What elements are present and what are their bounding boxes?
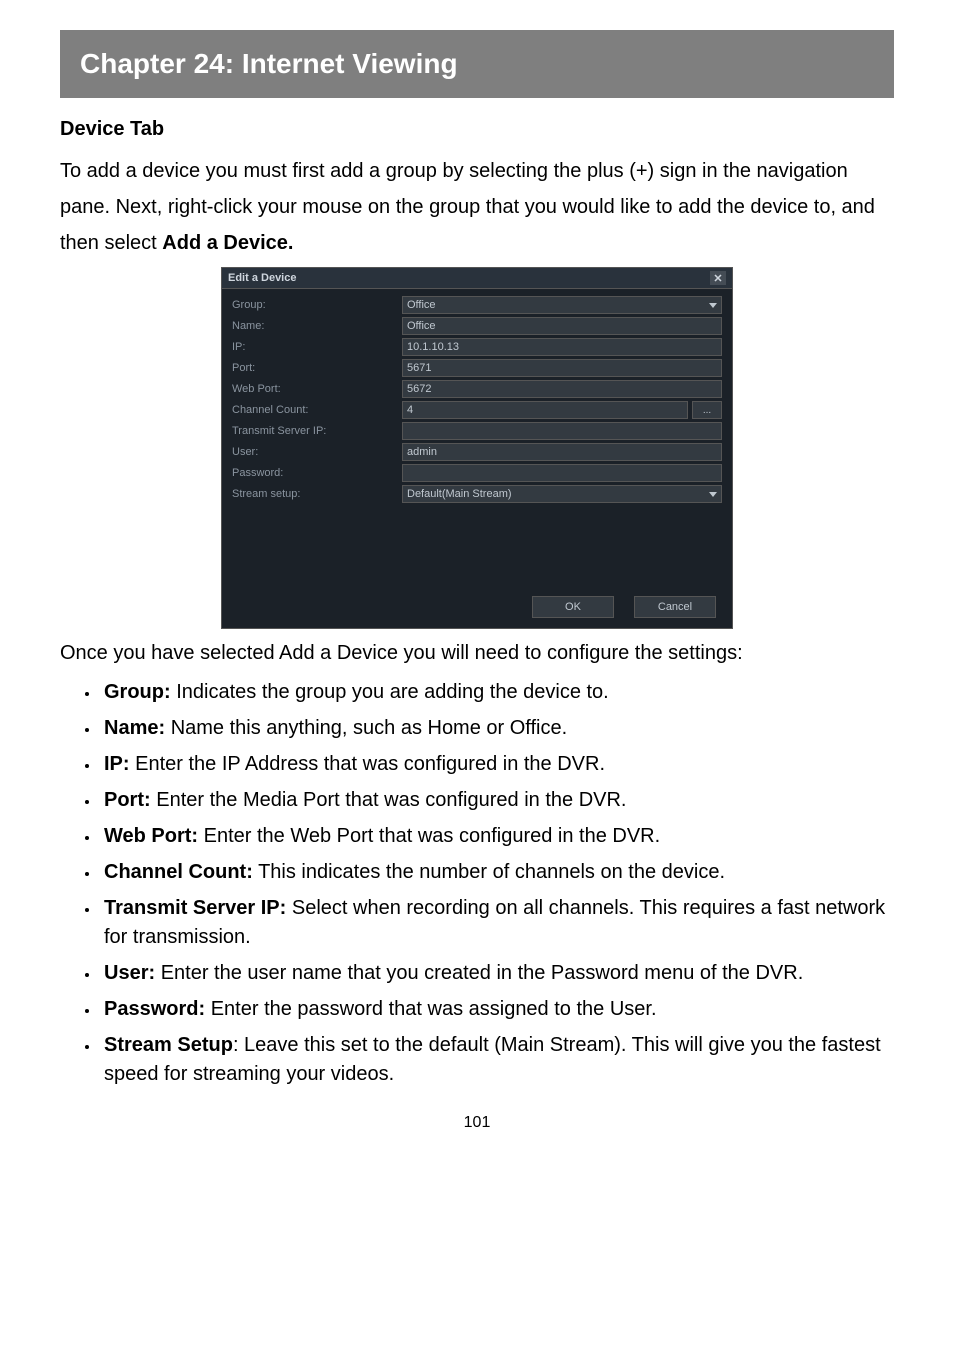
row-port: Port: 5671 xyxy=(232,359,722,377)
list-item-rest: Enter the Web Port that was configured i… xyxy=(198,825,660,847)
close-icon[interactable]: ✕ xyxy=(710,271,726,285)
list-item-lead: Web Port: xyxy=(104,825,198,847)
ip-input[interactable]: 10.1.10.13 xyxy=(402,338,722,356)
list-item: Group: Indicates the group you are addin… xyxy=(100,678,894,707)
row-ip: IP: 10.1.10.13 xyxy=(232,338,722,356)
list-item-rest: Name this anything, such as Home or Offi… xyxy=(165,717,567,739)
intro-paragraph: To add a device you must first add a gro… xyxy=(60,153,894,261)
password-input[interactable] xyxy=(402,464,722,482)
label-stream: Stream setup: xyxy=(232,488,402,500)
ok-button[interactable]: OK xyxy=(532,596,614,618)
channel-count-input[interactable]: 4 xyxy=(402,401,688,419)
stream-value: Default(Main Stream) xyxy=(407,486,512,502)
group-value: Office xyxy=(407,297,436,313)
list-item-lead: Transmit Server IP: xyxy=(104,897,286,919)
chevron-down-icon xyxy=(709,303,717,308)
list-item: IP: Enter the IP Address that was config… xyxy=(100,750,894,779)
list-item: Name: Name this anything, such as Home o… xyxy=(100,714,894,743)
list-item: Stream Setup: Leave this set to the defa… xyxy=(100,1031,894,1089)
list-item-rest: Enter the Media Port that was configured… xyxy=(151,789,627,811)
label-transmit: Transmit Server IP: xyxy=(232,425,402,437)
stream-dropdown[interactable]: Default(Main Stream) xyxy=(402,485,722,503)
list-item-rest: Enter the user name that you created in … xyxy=(155,962,803,984)
list-item-lead: Port: xyxy=(104,789,151,811)
label-ip: IP: xyxy=(232,341,402,353)
dialog-screenshot: Edit a Device ✕ Group: Office Name: Offi… xyxy=(60,267,894,629)
row-group: Group: Office xyxy=(232,296,722,314)
label-password: Password: xyxy=(232,467,402,479)
page-number: 101 xyxy=(60,1114,894,1132)
port-input[interactable]: 5671 xyxy=(402,359,722,377)
group-dropdown[interactable]: Office xyxy=(402,296,722,314)
label-group: Group: xyxy=(232,299,402,311)
row-channel-count: Channel Count: 4 ... xyxy=(232,401,722,419)
name-input[interactable]: Office xyxy=(402,317,722,335)
row-user: User: admin xyxy=(232,443,722,461)
dialog-titlebar: Edit a Device ✕ xyxy=(222,268,732,289)
list-item-lead: Group: xyxy=(104,681,171,703)
edit-device-dialog: Edit a Device ✕ Group: Office Name: Offi… xyxy=(221,267,733,629)
list-item-lead: IP: xyxy=(104,753,130,775)
settings-list: Group: Indicates the group you are addin… xyxy=(100,678,894,1089)
list-item: Password: Enter the password that was as… xyxy=(100,995,894,1024)
dialog-title-text: Edit a Device xyxy=(228,272,296,284)
list-item: Transmit Server IP: Select when recordin… xyxy=(100,894,894,952)
channel-more-button[interactable]: ... xyxy=(692,401,722,419)
chevron-down-icon xyxy=(709,492,717,497)
dialog-body: Group: Office Name: Office IP: 10.1.10.1… xyxy=(222,289,732,628)
label-channel-count: Channel Count: xyxy=(232,404,402,416)
label-web-port: Web Port: xyxy=(232,383,402,395)
list-item-rest: Enter the password that was assigned to … xyxy=(205,998,656,1020)
list-item-rest: Indicates the group you are adding the d… xyxy=(171,681,609,703)
intro-bold: Add a Device. xyxy=(162,232,293,254)
dialog-button-row: OK Cancel xyxy=(232,596,722,618)
label-name: Name: xyxy=(232,320,402,332)
list-item: Channel Count: This indicates the number… xyxy=(100,858,894,887)
label-user: User: xyxy=(232,446,402,458)
chapter-title: Chapter 24: Internet Viewing xyxy=(80,48,458,79)
list-item: Port: Enter the Media Port that was conf… xyxy=(100,786,894,815)
row-name: Name: Office xyxy=(232,317,722,335)
dialog-spacer xyxy=(232,506,722,596)
chapter-title-bar: Chapter 24: Internet Viewing xyxy=(60,30,894,98)
list-item-lead: Name: xyxy=(104,717,165,739)
list-item-lead: Password: xyxy=(104,998,205,1020)
list-item: Web Port: Enter the Web Port that was co… xyxy=(100,822,894,851)
web-port-input[interactable]: 5672 xyxy=(402,380,722,398)
list-item: User: Enter the user name that you creat… xyxy=(100,959,894,988)
list-item-lead: User: xyxy=(104,962,155,984)
list-item-rest: This indicates the number of channels on… xyxy=(253,861,725,883)
row-web-port: Web Port: 5672 xyxy=(232,380,722,398)
list-item-rest: Enter the IP Address that was configured… xyxy=(130,753,605,775)
row-password: Password: xyxy=(232,464,722,482)
transmit-input[interactable] xyxy=(402,422,722,440)
list-item-lead: Channel Count: xyxy=(104,861,253,883)
section-heading: Device Tab xyxy=(60,118,894,141)
post-dialog-paragraph: Once you have selected Add a Device you … xyxy=(60,635,894,671)
label-port: Port: xyxy=(232,362,402,374)
user-input[interactable]: admin xyxy=(402,443,722,461)
cancel-button[interactable]: Cancel xyxy=(634,596,716,618)
list-item-lead: Stream Setup xyxy=(104,1034,233,1056)
row-transmit: Transmit Server IP: xyxy=(232,422,722,440)
row-stream: Stream setup: Default(Main Stream) xyxy=(232,485,722,503)
